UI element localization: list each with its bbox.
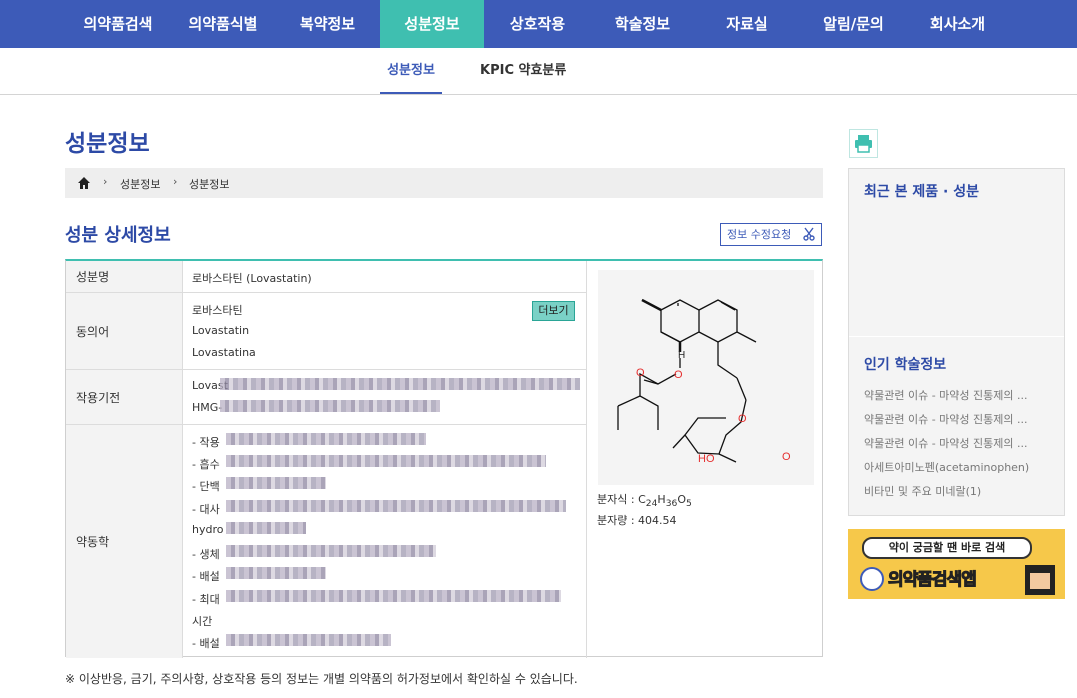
app-banner[interactable]: 약이 궁금할 땐 바로 검색 의약품검색앱 xyxy=(848,529,1065,599)
edit-request-button[interactable]: 정보 수정요청 xyxy=(720,223,822,246)
character-icon xyxy=(1025,565,1055,595)
row-name: 성분명 로바스타틴 (Lovastatin) xyxy=(66,261,587,293)
home-icon[interactable] xyxy=(77,176,91,190)
molecular-formula: 분자식 : C24H36O5 xyxy=(597,491,692,509)
formula-count: 5 xyxy=(686,498,692,510)
section-title: 성분 상세정보 xyxy=(65,225,171,246)
redacted-text xyxy=(226,455,546,467)
structure-image: H O O O O HO xyxy=(598,270,814,485)
atom-label: HO xyxy=(698,453,715,465)
redacted-text xyxy=(226,545,436,557)
subnav-ingredient-info[interactable]: 성분정보 xyxy=(380,48,442,94)
pk-line: - 배설 xyxy=(192,637,220,650)
edit-request-label: 정보 수정요청 xyxy=(727,228,792,241)
pk-line: - 최대 xyxy=(192,593,220,606)
subnav-kpic-classification[interactable]: KPIC 약효분류 xyxy=(480,48,566,94)
row-header: 성분명 xyxy=(66,261,183,292)
printer-icon xyxy=(855,135,872,153)
global-nav: 의약품검색 의약품식별 복약정보 성분정보 상호작용 학술정보 자료실 알림/문… xyxy=(0,0,1077,48)
ingredient-detail-table: 성분명 로바스타틴 (Lovastatin) 동의어 로바스타틴 Lovasta… xyxy=(65,259,823,658)
breadcrumb-chevron-icon: › xyxy=(173,175,178,188)
pk-line: - 작용 xyxy=(192,436,220,449)
synonym-item: Lovastatina xyxy=(192,346,256,359)
row-pharmacokinetics: 약동학 - 작용 - 흡수 - 단백 - 대사 hydro - 생체 - 배설 … xyxy=(66,425,587,658)
atom-label: O xyxy=(636,367,645,379)
pk-line: hydro xyxy=(192,523,224,536)
nav-ingredient-info[interactable]: 성분정보 xyxy=(380,0,484,48)
breadcrumb: › 성분정보 › 성분정보 xyxy=(65,168,823,198)
nav-library[interactable]: 자료실 xyxy=(703,0,791,48)
formula-element: O xyxy=(677,493,687,506)
redacted-text xyxy=(226,500,566,512)
pk-line: - 배설 xyxy=(192,570,220,583)
redacted-text xyxy=(226,477,326,489)
formula-element: C xyxy=(638,493,646,506)
footnote: ※ 이상반응, 금기, 주의사항, 상호작용 등의 정보는 개별 의약품의 허가… xyxy=(65,672,578,686)
nav-medication-info[interactable]: 복약정보 xyxy=(280,0,375,48)
popular-item[interactable]: 약물관련 이슈 - 마약성 진통제의 ... xyxy=(864,411,1028,427)
scissors-icon xyxy=(803,227,815,241)
row-synonyms: 동의어 로바스타틴 Lovastatin Lovastatina 더보기 xyxy=(66,293,587,370)
pk-line: 시간 xyxy=(192,615,213,628)
banner-app-name: 의약품검색앱 xyxy=(888,570,978,591)
atom-label: O xyxy=(738,413,747,425)
more-button[interactable]: 더보기 xyxy=(532,301,575,321)
popular-title: 인기 학술정보 xyxy=(864,357,947,373)
redacted-text xyxy=(226,522,306,534)
redacted-text xyxy=(220,378,580,390)
divider xyxy=(849,336,1064,337)
formula-element: H xyxy=(657,493,666,506)
formula-label: 분자식 : xyxy=(597,493,639,506)
synonym-item: Lovastatin xyxy=(192,324,250,337)
molecule-diagram: H O O O O HO xyxy=(617,298,791,465)
popular-item[interactable]: 비타민 및 주요 미네랄(1) xyxy=(864,483,981,499)
breadcrumb-chevron-icon: › xyxy=(103,175,108,188)
redacted-text xyxy=(226,433,426,445)
nav-company[interactable]: 회사소개 xyxy=(910,0,1005,48)
recent-title: 최근 본 제품 · 성분 xyxy=(864,184,979,200)
redacted-text xyxy=(226,590,561,602)
row-mechanism: 작용기전 Lovast HMG- xyxy=(66,370,587,425)
atom-label: O xyxy=(674,369,683,381)
formula-count: 24 xyxy=(645,498,658,510)
popular-item[interactable]: 아세트아미노펜(acetaminophen) xyxy=(864,459,1029,475)
row-header: 약동학 xyxy=(66,425,183,658)
breadcrumb-item[interactable]: 성분정보 xyxy=(120,176,160,192)
sub-nav: 성분정보 KPIC 약효분류 xyxy=(0,48,1077,95)
print-button[interactable] xyxy=(849,129,878,158)
banner-bubble: 약이 궁금할 땐 바로 검색 xyxy=(862,537,1032,559)
row-header: 작용기전 xyxy=(66,370,183,424)
nav-notice[interactable]: 알림/문의 xyxy=(806,0,901,48)
app-logo-icon xyxy=(860,567,884,591)
ingredient-name: 로바스타틴 (Lovastatin) xyxy=(192,272,312,285)
pk-line: - 흡수 xyxy=(192,458,220,471)
nav-drug-identification[interactable]: 의약품식별 xyxy=(174,0,272,48)
atom-label: O xyxy=(782,451,791,463)
pk-line: - 생체 xyxy=(192,548,220,561)
popular-item[interactable]: 약물관련 이슈 - 마약성 진통제의 ... xyxy=(864,435,1028,451)
formula-count: 36 xyxy=(665,498,678,510)
mechanism-line: HMG- xyxy=(192,401,223,414)
molecular-weight: 분자량 : 404.54 xyxy=(597,514,677,527)
page-title: 성분정보 xyxy=(65,131,150,157)
nav-drug-search[interactable]: 의약품검색 xyxy=(68,0,168,48)
aside-panel: 최근 본 제품 · 성분 인기 학술정보 약물관련 이슈 - 마약성 진통제의 … xyxy=(848,168,1065,516)
pk-line: - 단백 xyxy=(192,480,220,493)
row-header: 동의어 xyxy=(66,293,183,369)
breadcrumb-item-current: 성분정보 xyxy=(189,178,230,191)
popular-item[interactable]: 약물관련 이슈 - 마약성 진통제의 ... xyxy=(864,387,1028,403)
nav-academic[interactable]: 학술정보 xyxy=(595,0,690,48)
synonym-item: 로바스타틴 xyxy=(192,304,243,317)
atom-label: H xyxy=(678,350,685,361)
redacted-text xyxy=(220,400,440,412)
redacted-text xyxy=(226,567,326,579)
nav-interaction[interactable]: 상호작용 xyxy=(490,0,585,48)
pk-line: - 대사 xyxy=(192,503,220,516)
redacted-text xyxy=(226,634,391,646)
